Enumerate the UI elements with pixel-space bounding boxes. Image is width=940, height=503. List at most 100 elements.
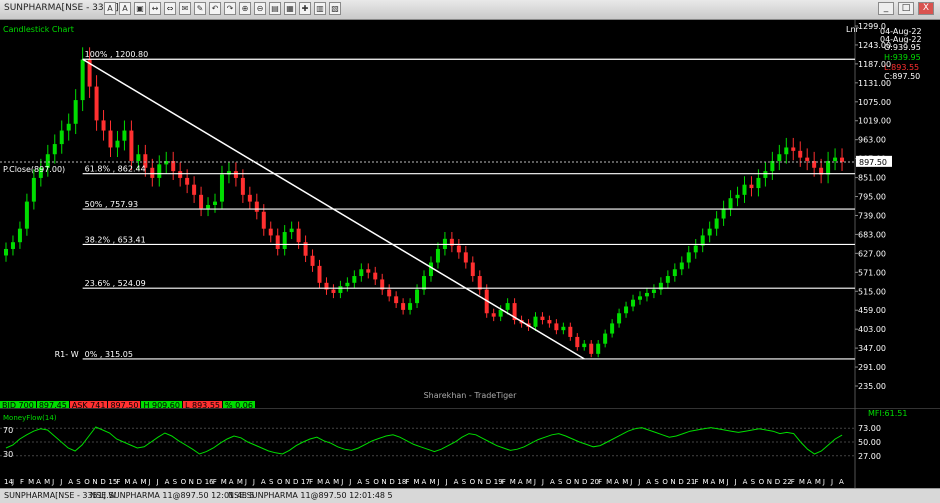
candle-body[interactable]: [603, 333, 608, 344]
candle-body[interactable]: [10, 242, 15, 249]
candle-body[interactable]: [261, 211, 266, 229]
tool-button-2[interactable]: ▣: [134, 2, 146, 15]
tool-button-10[interactable]: ⊖: [254, 2, 266, 15]
candle-body[interactable]: [784, 147, 789, 155]
candle-body[interactable]: [470, 262, 475, 277]
candle-body[interactable]: [80, 59, 85, 101]
candle-body[interactable]: [164, 161, 169, 165]
candle-body[interactable]: [575, 336, 580, 348]
tool-button-7[interactable]: ↶: [209, 2, 221, 15]
tool-button-13[interactable]: ✚: [299, 2, 311, 15]
candle-body[interactable]: [428, 262, 433, 277]
tool-button-12[interactable]: ▦: [284, 2, 296, 15]
candle-body[interactable]: [463, 252, 468, 263]
candle-body[interactable]: [206, 204, 211, 209]
candle-body[interactable]: [73, 100, 78, 124]
tool-button-0[interactable]: A: [104, 2, 116, 15]
candle-body[interactable]: [637, 296, 642, 300]
minimize-button[interactable]: _: [878, 2, 894, 15]
candle-body[interactable]: [401, 303, 406, 310]
candle-body[interactable]: [219, 174, 224, 202]
candle-body[interactable]: [672, 269, 677, 277]
candle-body[interactable]: [791, 147, 796, 151]
candle-body[interactable]: [651, 289, 656, 293]
candle-body[interactable]: [94, 86, 99, 121]
candle-body[interactable]: [617, 313, 622, 324]
candle-body[interactable]: [561, 326, 566, 331]
candle-body[interactable]: [359, 269, 364, 277]
tool-button-4[interactable]: ⇔: [164, 2, 176, 15]
candle-body[interactable]: [213, 201, 218, 205]
candle-body[interactable]: [505, 303, 510, 310]
tool-button-9[interactable]: ⊕: [239, 2, 251, 15]
candle-body[interactable]: [4, 248, 8, 256]
candle-body[interactable]: [317, 265, 322, 283]
candle-body[interactable]: [805, 157, 810, 161]
candle-body[interactable]: [422, 276, 427, 290]
tool-button-3[interactable]: ↔: [149, 2, 161, 15]
candle-body[interactable]: [631, 299, 636, 307]
candle-body[interactable]: [52, 144, 57, 155]
tool-button-14[interactable]: ▥: [314, 2, 326, 15]
candle-body[interactable]: [101, 120, 106, 131]
candle-body[interactable]: [742, 184, 747, 195]
candle-body[interactable]: [59, 130, 64, 145]
candle-body[interactable]: [150, 167, 155, 178]
candle-body[interactable]: [610, 323, 615, 334]
tool-button-8[interactable]: ↷: [224, 2, 236, 15]
candle-body[interactable]: [366, 269, 371, 273]
candle-body[interactable]: [596, 343, 601, 354]
close-button[interactable]: X: [918, 2, 934, 15]
candle-body[interactable]: [763, 171, 768, 178]
tool-button-6[interactable]: ✎: [194, 2, 206, 15]
tool-button-15[interactable]: ▧: [329, 2, 341, 15]
candle-body[interactable]: [178, 171, 183, 178]
candle-body[interactable]: [387, 289, 392, 297]
candle-body[interactable]: [415, 289, 420, 304]
candle-body[interactable]: [352, 276, 357, 283]
candle-body[interactable]: [199, 194, 204, 209]
candle-body[interactable]: [686, 252, 691, 263]
candle-body[interactable]: [735, 194, 740, 199]
candle-body[interactable]: [798, 150, 803, 158]
candle-body[interactable]: [289, 228, 294, 233]
candle-body[interactable]: [296, 228, 301, 243]
candle-body[interactable]: [435, 248, 440, 263]
candle-body[interactable]: [17, 228, 22, 243]
candle-body[interactable]: [826, 161, 831, 175]
candle-body[interactable]: [547, 320, 552, 324]
candle-body[interactable]: [777, 154, 782, 161]
candle-body[interactable]: [408, 303, 413, 310]
candle-body[interactable]: [115, 140, 120, 148]
candle-body[interactable]: [157, 164, 162, 178]
candle-body[interactable]: [122, 130, 127, 141]
candle-body[interactable]: [254, 201, 259, 212]
candle-body[interactable]: [721, 208, 726, 219]
candle-body[interactable]: [540, 316, 545, 321]
candle-body[interactable]: [282, 232, 287, 249]
candle-body[interactable]: [192, 184, 197, 195]
tool-button-5[interactable]: ✉: [179, 2, 191, 15]
candle-body[interactable]: [268, 228, 273, 236]
candle-body[interactable]: [589, 343, 594, 354]
candle-body[interactable]: [66, 123, 71, 131]
candle-body[interactable]: [770, 161, 775, 172]
candle-body[interactable]: [345, 282, 350, 287]
candle-body[interactable]: [533, 316, 538, 327]
maximize-button[interactable]: □: [898, 2, 914, 15]
candle-body[interactable]: [31, 177, 36, 202]
candle-body[interactable]: [310, 255, 315, 266]
candle-body[interactable]: [247, 194, 252, 202]
candle-body[interactable]: [240, 177, 245, 195]
candle-body[interactable]: [665, 276, 670, 283]
candle-body[interactable]: [171, 161, 176, 172]
candle-body[interactable]: [373, 272, 378, 280]
candle-body[interactable]: [728, 198, 733, 209]
tool-button-1[interactable]: A: [119, 2, 131, 15]
candle-body[interactable]: [624, 306, 629, 314]
candle-body[interactable]: [394, 296, 399, 304]
candle-body[interactable]: [582, 343, 587, 348]
candle-body[interactable]: [679, 262, 684, 270]
candle-body[interactable]: [275, 235, 280, 249]
candle-body[interactable]: [644, 292, 649, 297]
